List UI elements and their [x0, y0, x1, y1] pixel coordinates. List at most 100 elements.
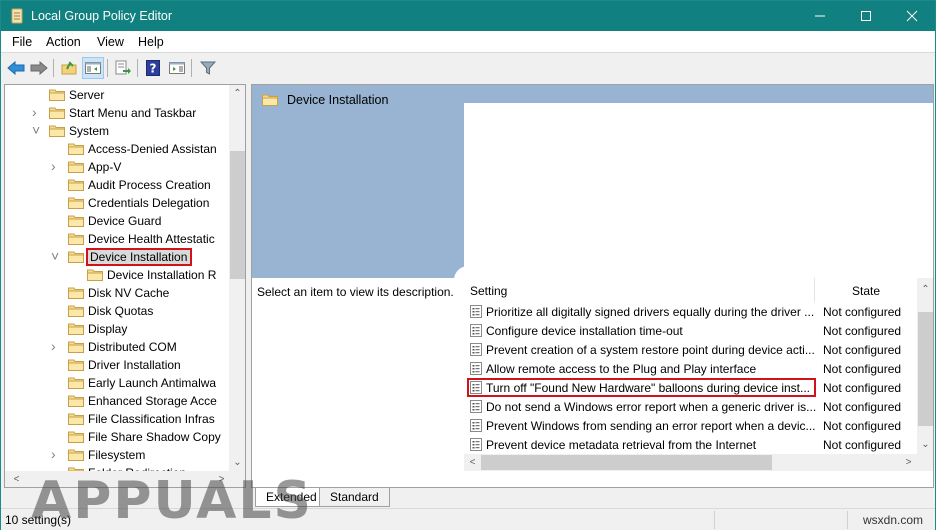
policy-row[interactable]: Prevent creation of a system restore poi… — [464, 340, 914, 359]
minimize-icon — [815, 15, 825, 17]
action-pane-toggle-button[interactable] — [166, 57, 188, 79]
tab-standard[interactable]: Standard — [319, 488, 390, 507]
column-header-state[interactable]: State — [852, 284, 880, 298]
tree-item-label: File Classification Infras — [88, 412, 215, 426]
policy-name: Do not send a Windows error report when … — [486, 400, 817, 414]
help-button[interactable]: ? — [142, 57, 164, 79]
console-tree-toggle-button[interactable] — [82, 57, 104, 79]
column-header-setting[interactable]: Setting — [470, 284, 507, 298]
list-hscroll-thumb[interactable] — [481, 455, 772, 470]
policy-state: Not configured — [823, 305, 902, 319]
scroll-right-icon[interactable]: > — [900, 454, 917, 471]
policy-setting-icon — [470, 400, 482, 413]
folder-icon — [68, 232, 84, 245]
policy-name: Configure device installation time-out — [486, 324, 683, 338]
back-button[interactable] — [5, 57, 27, 79]
policy-row[interactable]: Allow remote access to the Plug and Play… — [464, 359, 914, 378]
view-tabs: Extended Standard — [251, 488, 934, 508]
policy-name: Prevent creation of a system restore poi… — [486, 343, 815, 357]
window-title: Local Group Policy Editor — [31, 9, 173, 23]
tree-item-label: Device Installation — [85, 248, 193, 266]
scroll-up-icon[interactable]: ⌃ — [229, 85, 245, 102]
policy-name: Turn off "Found New Hardware" balloons d… — [486, 381, 811, 395]
details-header-inset — [464, 103, 933, 278]
tree-item-label: Driver Installation — [88, 358, 181, 372]
forward-arrow-icon — [30, 61, 48, 75]
policy-row[interactable]: Turn off "Found New Hardware" balloons d… — [464, 378, 914, 397]
folder-icon — [68, 178, 84, 191]
scroll-up-icon[interactable]: ⌃ — [917, 281, 933, 298]
folder-icon — [262, 94, 278, 106]
tree-item-label: Disk Quotas — [88, 304, 154, 318]
menu-file[interactable]: File — [12, 35, 32, 49]
policy-state: Not configured — [823, 419, 902, 433]
column-divider[interactable] — [814, 278, 815, 302]
scroll-down-icon[interactable]: ⌄ — [917, 436, 933, 453]
forward-button[interactable] — [28, 57, 50, 79]
scroll-left-icon[interactable]: < — [8, 471, 25, 487]
list-vertical-scrollbar[interactable]: ⌃ ⌄ — [917, 278, 933, 454]
policy-state: Not configured — [823, 400, 902, 414]
close-button[interactable] — [889, 1, 935, 31]
maximize-icon — [861, 11, 871, 21]
tree-item-label: Early Launch Antimalwa — [88, 376, 217, 390]
chevron-right-icon[interactable]: › — [51, 158, 61, 174]
menu-action[interactable]: Action — [46, 35, 81, 49]
chevron-down-icon[interactable]: ˅ — [32, 122, 42, 138]
list-horizontal-scrollbar[interactable]: < > — [464, 454, 933, 471]
watermark-logo: APPUALS — [31, 471, 313, 530]
chevron-right-icon[interactable]: › — [32, 104, 42, 120]
tree-item-label: App-V — [88, 160, 122, 174]
policy-setting-icon — [470, 419, 482, 432]
chevron-down-icon[interactable]: ˅ — [51, 248, 61, 264]
tree-item-label: Device Installation R — [107, 268, 217, 282]
tree-item-label: Audit Process Creation — [88, 178, 211, 192]
up-one-level-button[interactable] — [58, 57, 80, 79]
description-text: Select an item to view its description. — [257, 285, 454, 299]
policy-state: Not configured — [823, 324, 902, 338]
svg-text:?: ? — [150, 62, 157, 76]
scroll-down-icon[interactable]: ⌄ — [229, 454, 245, 471]
folder-icon — [49, 106, 65, 119]
folder-up-icon — [61, 61, 77, 75]
tree-vertical-scrollbar[interactable]: ⌃ ⌄ — [229, 85, 245, 471]
filter-button[interactable] — [197, 57, 219, 79]
export-list-icon — [115, 60, 131, 75]
folder-icon — [68, 376, 84, 389]
folder-icon — [87, 268, 103, 281]
folder-icon — [68, 430, 84, 443]
policy-state: Not configured — [823, 381, 902, 395]
chevron-right-icon[interactable]: › — [51, 338, 61, 354]
scroll-left-icon[interactable]: < — [464, 454, 481, 471]
details-pane: Device Installation Select an item to vi… — [251, 84, 934, 488]
menu-view[interactable]: View — [97, 35, 124, 49]
maximize-button[interactable] — [843, 1, 889, 31]
chevron-right-icon[interactable]: › — [51, 446, 61, 462]
folder-icon — [68, 142, 84, 155]
folder-icon — [68, 394, 84, 407]
minimize-button[interactable] — [797, 1, 843, 31]
policy-setting-icon — [470, 305, 482, 318]
console-tree: Server › Start Menu and Taskbar ˅ System Acce… — [4, 84, 246, 488]
policy-setting-icon — [470, 438, 482, 451]
gpedit-scroll-icon — [11, 8, 23, 24]
list-scroll-thumb[interactable] — [918, 312, 933, 426]
policy-row[interactable]: Prioritize all digitally signed drivers … — [464, 302, 914, 321]
tree-item-label: Disk NV Cache — [88, 286, 170, 300]
status-separator — [714, 511, 715, 529]
folder-icon — [68, 304, 84, 317]
policy-name: Allow remote access to the Plug and Play… — [486, 362, 757, 376]
menu-bar: File Action View Help — [1, 31, 935, 53]
folder-icon — [68, 412, 84, 425]
export-list-button[interactable] — [112, 57, 134, 79]
policy-row[interactable]: Prevent device metadata retrieval from t… — [464, 435, 914, 454]
folder-icon — [68, 160, 84, 173]
policy-row[interactable]: Do not send a Windows error report when … — [464, 397, 914, 416]
app-window: Local Group Policy Editor File Action Vi… — [0, 0, 936, 530]
details-header-title: Device Installation — [287, 93, 389, 107]
policy-row[interactable]: Configure device installation time-out No… — [464, 321, 914, 340]
tree-scroll-thumb[interactable] — [230, 151, 245, 279]
policy-setting-icon — [470, 343, 482, 356]
policy-row[interactable]: Prevent Windows from sending an error re… — [464, 416, 914, 435]
menu-help[interactable]: Help — [138, 35, 164, 49]
